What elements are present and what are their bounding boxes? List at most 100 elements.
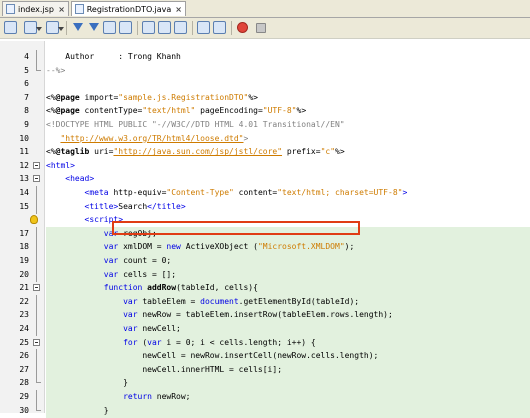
find-selection-icon[interactable] [103, 21, 116, 34]
code-token: (tableId, cells){ [176, 283, 258, 293]
find-next-icon[interactable] [87, 21, 100, 34]
code-line[interactable]: 6 [0, 77, 530, 91]
code-line[interactable]: 19 var count = 0; [0, 254, 530, 268]
line-number: 14 [19, 188, 29, 197]
code-line[interactable]: 9 <!DOCTYPE HTML PUBLIC "-//W3C//DTD HTML… [0, 118, 530, 132]
line-number: 12 [19, 160, 29, 170]
code-token: <head> [65, 174, 95, 184]
code-line[interactable]: 4 Author : Trong Khanh [0, 50, 530, 64]
line-number: 13 [19, 174, 29, 184]
shift-left-icon[interactable] [197, 21, 210, 34]
code-line[interactable]: 5 --%> [0, 63, 530, 78]
code-token: for [123, 337, 138, 347]
code-token: "http://www.w3.org/TR/html4/loose.dtd" [60, 133, 244, 143]
close-tab-icon[interactable]: × [171, 5, 182, 14]
tab-registrationdto-java[interactable]: RegistrationDTO.java × [71, 1, 186, 16]
line-number: 24 [19, 324, 29, 333]
toggle-highlight-icon[interactable] [119, 21, 132, 34]
code-line[interactable]: 13 <head> [0, 172, 530, 186]
code-text: } [46, 403, 530, 418]
line-number: 19 [19, 256, 29, 265]
toolbar-separator [192, 21, 193, 35]
code-token: ( [137, 337, 148, 347]
code-line[interactable]: 23 var newRow = tableElem.insertRow(tabl… [0, 308, 530, 323]
fold-toggle-icon[interactable] [33, 175, 40, 183]
tab-label: index.jsp [18, 4, 54, 14]
code-token: <meta [84, 188, 109, 197]
code-text: var newCell; [46, 322, 530, 336]
line-number: 17 [19, 228, 29, 238]
fold-toggle-icon[interactable] [33, 284, 40, 292]
code-text: <html> [46, 159, 530, 173]
find-previous-icon[interactable] [71, 21, 84, 34]
code-token: newRow; [151, 392, 191, 401]
toggle-bookmark-icon[interactable] [174, 21, 187, 34]
back-icon[interactable] [24, 21, 42, 34]
code-text: var tableElem = document.getElementById(… [46, 294, 530, 309]
code-editor[interactable]: 4 Author : Trong Khanh 5 --%> 6 7 <%@page imp… [0, 41, 530, 418]
line-number: 25 [19, 337, 29, 347]
tab-label: RegistrationDTO.java [86, 4, 172, 14]
code-line[interactable]: 10 "http://www.w3.org/TR/html4/loose.dtd… [0, 132, 530, 146]
forward-icon[interactable] [46, 21, 64, 34]
code-line[interactable]: 30 } [0, 403, 530, 418]
fold-toggle-icon[interactable] [33, 161, 40, 169]
code-line[interactable]: 12 <html> [0, 159, 530, 173]
code-token: <!DOCTYPE HTML PUBLIC "-//W3C//DTD HTML … [46, 120, 345, 129]
code-line[interactable]: 20 var cells = []; [0, 267, 530, 282]
code-token: > [243, 133, 249, 143]
close-tab-icon[interactable]: × [54, 5, 65, 14]
code-line[interactable]: 11 <%@taglib uri="http://java.sun.com/jsp… [0, 145, 530, 159]
fold-guide [36, 199, 37, 214]
code-token: %> [248, 92, 258, 102]
code-text: "http://www.w3.org/TR/html4/loose.dtd"> [46, 132, 530, 146]
record-macro-icon[interactable] [237, 22, 248, 33]
fold-guide [36, 267, 37, 282]
code-line[interactable]: 27 newCell.innerHTML = cells[i]; [0, 362, 530, 377]
code-line[interactable]: 29 return newRow; [0, 390, 530, 404]
shift-right-icon[interactable] [213, 21, 226, 34]
code-line[interactable]: 25 for (var i = 0; i < cells.length; i++… [0, 335, 530, 350]
line-number: 21 [19, 283, 29, 293]
code-line[interactable]: 21 function addRow(tableId, cells){ [0, 281, 530, 296]
code-token: } [46, 405, 109, 415]
code-line[interactable]: 15 <title>Search</title> [0, 199, 530, 214]
code-token: uri= [89, 147, 114, 157]
line-number: 26 [19, 351, 29, 361]
line-number: 6 [24, 79, 29, 89]
code-text: return newRow; [46, 390, 530, 404]
code-token: i = 0; i < cells.length; i++) { [161, 337, 316, 347]
code-line[interactable]: 26 newCell = newRow.insertCell(newRow.ce… [0, 349, 530, 364]
line-number: 27 [19, 364, 29, 374]
code-text: newCell = newRow.insertCell(newRow.cells… [46, 349, 530, 364]
code-token: addRow [147, 283, 177, 293]
history-icon[interactable] [4, 21, 17, 34]
next-bookmark-icon[interactable] [158, 21, 171, 34]
prev-bookmark-icon[interactable] [142, 21, 155, 34]
code-line[interactable]: 18 var xmlDOM = new ActiveXObject ("Micr… [0, 240, 530, 255]
code-line[interactable]: 24 var newCell; [0, 322, 530, 336]
toolbar-separator [66, 21, 67, 35]
code-line[interactable]: 8 <%@page contentType="text/html" pageEnc… [0, 104, 530, 118]
tab-index-jsp[interactable]: index.jsp × [2, 1, 69, 16]
code-token: Author : Trong Khanh [46, 52, 181, 61]
fold-guide [36, 376, 41, 384]
editor-toolbar [0, 18, 530, 39]
code-line[interactable]: 7 <%@page import="sample.js.RegistrationD… [0, 91, 530, 105]
code-line[interactable]: 28 } [0, 376, 530, 391]
line-number: 15 [19, 201, 29, 211]
fold-guide [36, 349, 37, 364]
code-line[interactable]: 22 var tableElem = document.getElementBy… [0, 294, 530, 309]
fold-toggle-icon[interactable] [33, 338, 40, 346]
stop-macro-icon[interactable] [256, 23, 266, 33]
code-text: var xmlDOM = new ActiveXObject ("Microso… [46, 240, 530, 255]
line-number: 10 [19, 133, 29, 143]
code-line[interactable]: 14 <meta http-equiv="Content-Type" conte… [0, 186, 530, 200]
hint-bulb-icon[interactable] [30, 215, 38, 225]
